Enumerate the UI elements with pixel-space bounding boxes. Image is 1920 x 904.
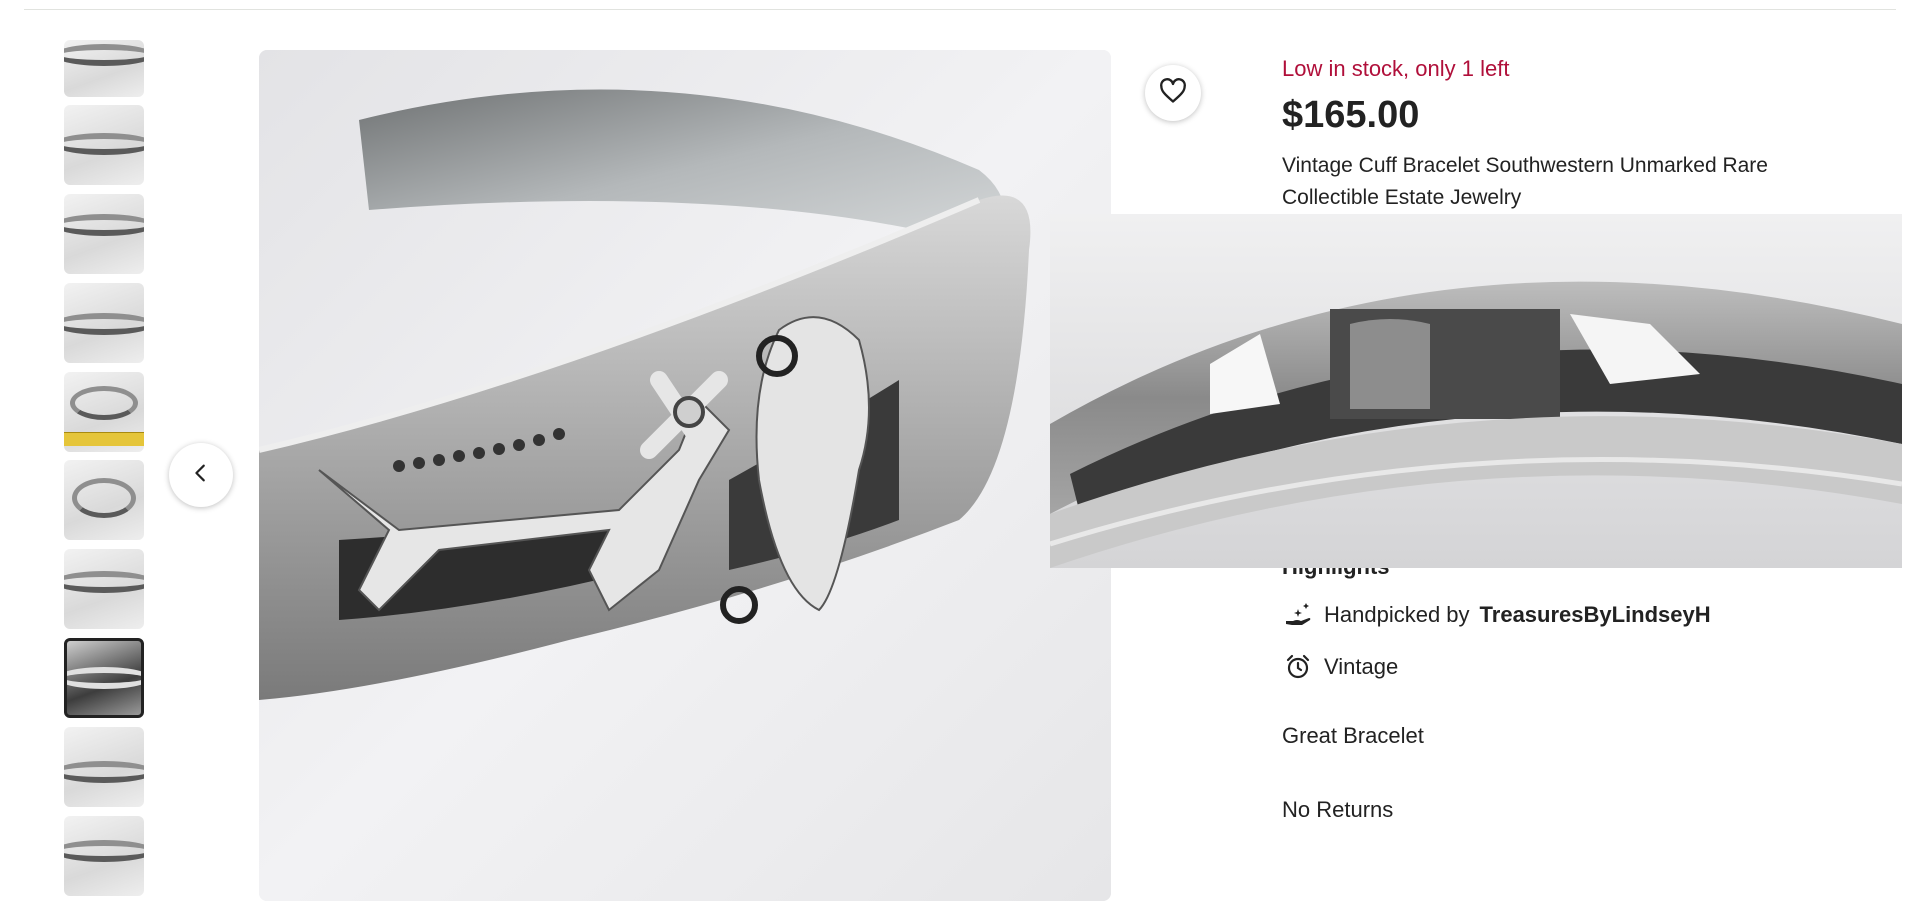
previous-image-button[interactable] <box>169 443 233 507</box>
zoomed-bracelet-detail <box>1050 214 1902 568</box>
hand-sparkle-icon <box>1282 599 1314 631</box>
highlight-handpicked: Handpicked by TreasuresByLindseyH <box>1282 599 1711 631</box>
highlight-vintage: Vintage <box>1282 651 1398 683</box>
vintage-label: Vintage <box>1324 654 1399 679</box>
handpicked-prefix: Handpicked by <box>1324 602 1470 627</box>
thumbnail-9[interactable] <box>64 727 144 807</box>
thumbnail-5[interactable] <box>64 372 144 452</box>
thumbnail-7[interactable] <box>64 549 144 629</box>
top-divider <box>24 9 1896 10</box>
thumbnail-6[interactable] <box>64 460 144 540</box>
thumbnail-4[interactable] <box>64 283 144 363</box>
alarm-clock-icon <box>1282 651 1314 683</box>
shop-name-link[interactable]: TreasuresByLindseyH <box>1480 602 1711 628</box>
thumbnail-10[interactable] <box>64 816 144 896</box>
bracelet-illustration <box>259 50 1111 901</box>
thumbnail-1[interactable] <box>64 40 144 97</box>
thumbnail-strip <box>64 40 146 896</box>
description-line-1: Great Bracelet <box>1282 723 1424 748</box>
thumbnail-2[interactable] <box>64 105 144 185</box>
heart-icon <box>1159 77 1187 109</box>
favorite-button[interactable] <box>1145 65 1201 121</box>
description-line-2: No Returns <box>1282 797 1394 822</box>
stock-status: Low in stock, only 1 left <box>1282 56 1510 81</box>
listing-price: $165.00 <box>1282 94 1420 136</box>
chevron-left-icon <box>190 462 212 489</box>
listing-title: Vintage Cuff Bracelet Southwestern Unmar… <box>1282 154 1768 209</box>
main-product-image[interactable] <box>259 50 1111 901</box>
thumbnail-3[interactable] <box>64 194 144 274</box>
thumbnail-8-selected[interactable] <box>64 638 144 718</box>
image-zoom-overlay <box>1050 214 1902 568</box>
